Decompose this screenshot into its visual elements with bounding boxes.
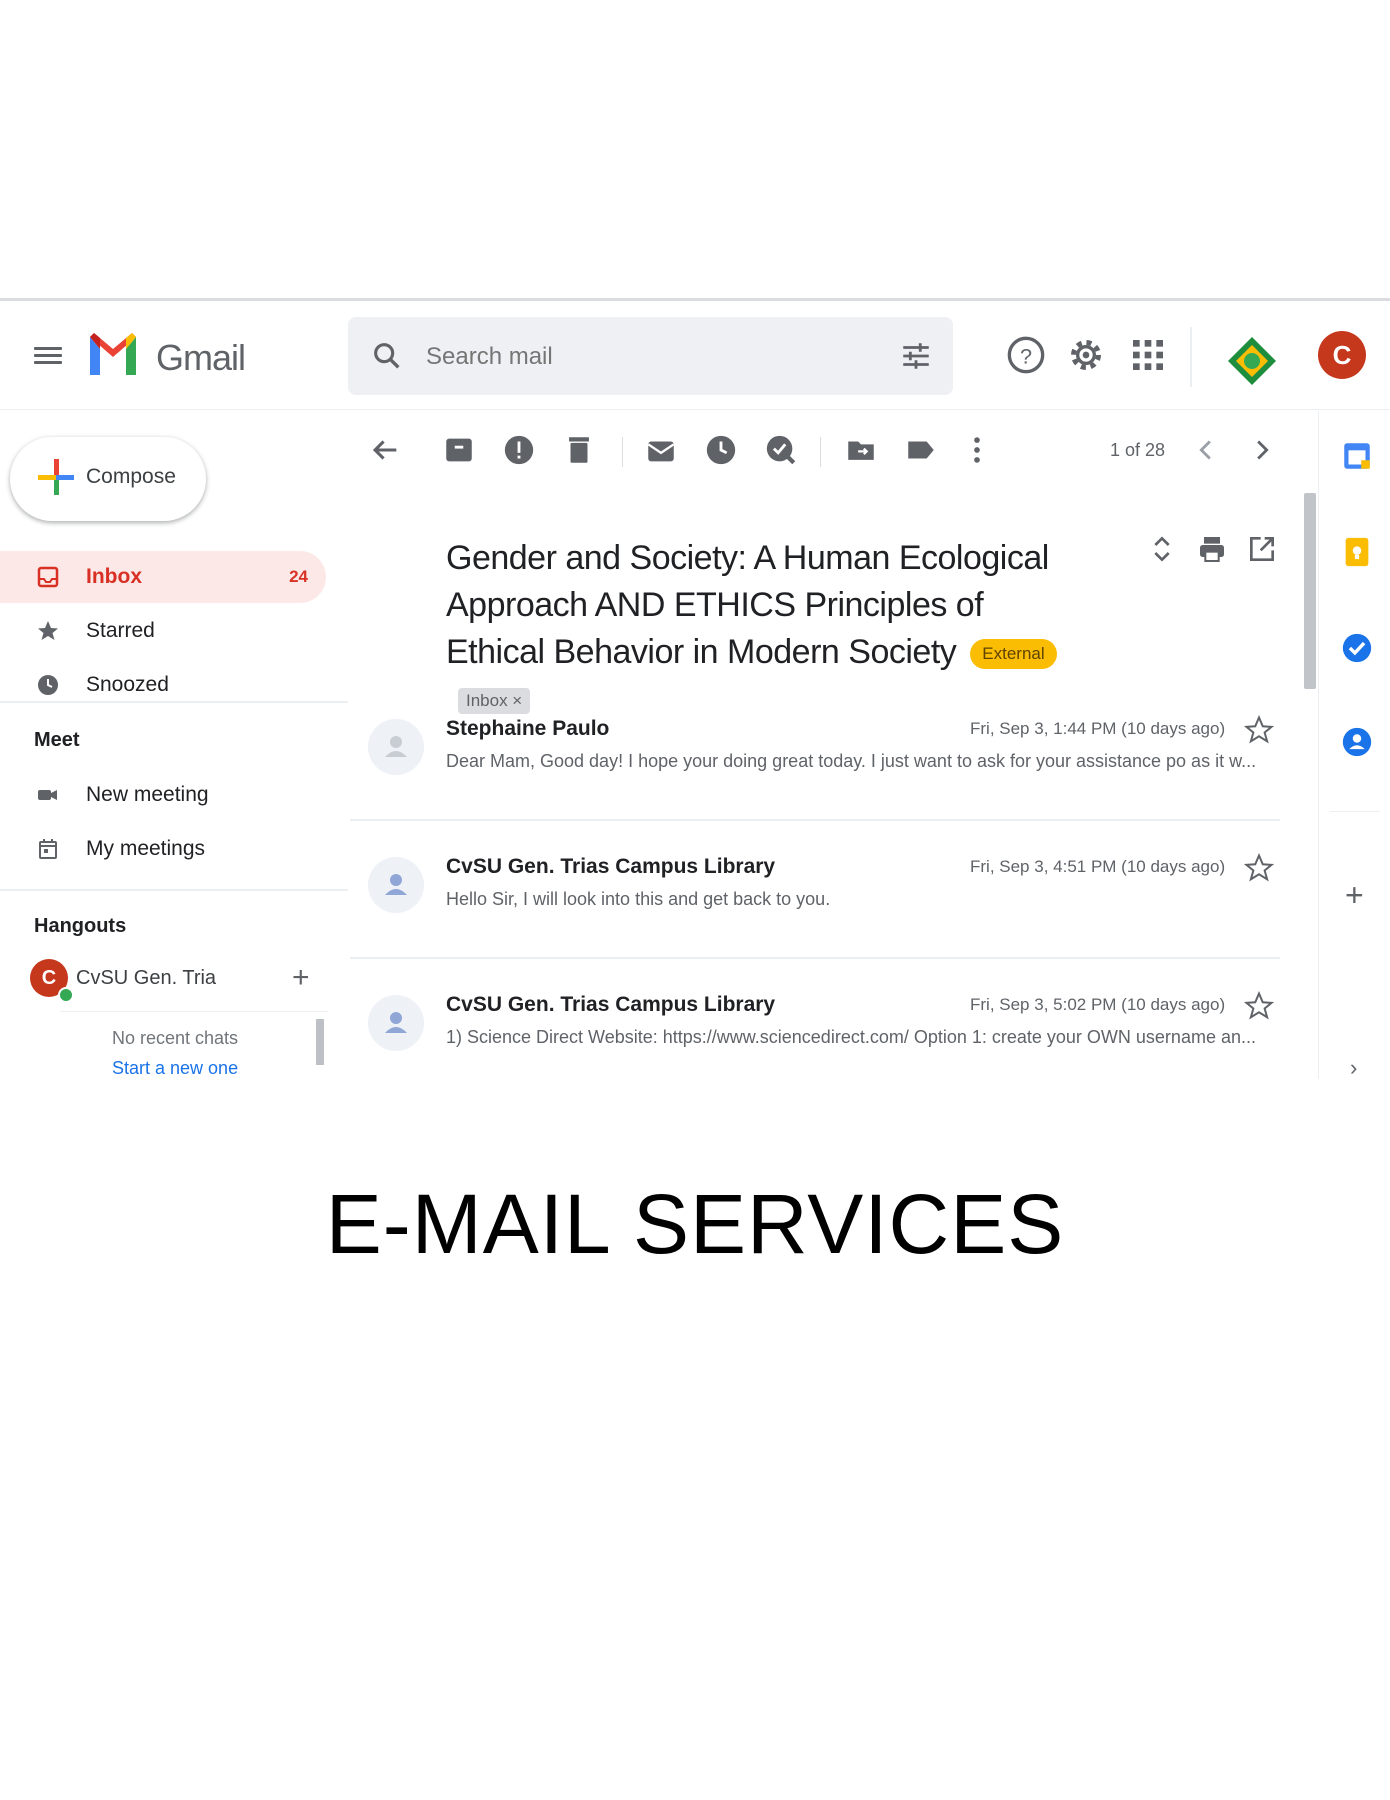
sender-avatar-icon [368, 719, 424, 775]
move-to-folder-icon[interactable] [844, 433, 878, 467]
toolbar-divider [820, 437, 821, 467]
sidebar-item-label: Inbox [86, 565, 142, 588]
side-panel-divider [1318, 411, 1319, 1079]
sidebar-item-starred[interactable]: Starred [0, 605, 326, 657]
sidebar-divider [60, 1011, 328, 1012]
gmail-logo-icon [90, 333, 136, 375]
message-item[interactable]: Stephaine Paulo Fri, Sep 3, 1:44 PM (10 … [350, 697, 1280, 833]
thread-subject: Gender and Society: A Human Ecological A… [446, 535, 1066, 723]
compose-label: Compose [86, 465, 176, 488]
hangouts-add-icon[interactable]: + [292, 961, 310, 995]
message-snippet: Hello Sir, I will look into this and get… [446, 889, 831, 909]
more-options-icon[interactable] [960, 433, 994, 467]
header-divider-line [0, 409, 1390, 410]
message-sender: CvSU Gen. Trias Campus Library [446, 993, 776, 1016]
star-outline-icon[interactable] [1244, 853, 1274, 883]
sidebar-item-new-meeting[interactable]: New meeting [0, 769, 326, 821]
sidebar-divider [0, 889, 348, 891]
message-date: Fri, Sep 3, 4:51 PM (10 days ago) [970, 857, 1226, 876]
brand-name: Gmail [156, 337, 246, 378]
open-in-new-window-icon[interactable] [1246, 533, 1278, 565]
settings-gear-icon[interactable] [1066, 335, 1106, 375]
star-icon [38, 621, 58, 640]
account-avatar[interactable]: C [1318, 331, 1366, 379]
add-to-tasks-icon[interactable] [764, 433, 798, 467]
get-addons-plus-icon[interactable]: + [1345, 877, 1364, 914]
sidebar-item-label: Starred [86, 619, 155, 642]
hangouts-user-name[interactable]: CvSU Gen. Tria [76, 967, 216, 990]
message-sender: CvSU Gen. Trias Campus Library [446, 855, 776, 878]
sidebar-scrollbar[interactable] [316, 1019, 324, 1065]
back-arrow-icon[interactable] [368, 433, 402, 467]
sender-avatar-icon [368, 995, 424, 1051]
calendar-addon-icon[interactable] [1340, 439, 1374, 473]
search-bar[interactable] [348, 317, 953, 395]
search-input[interactable] [424, 337, 848, 377]
sidebar-item-label: New meeting [86, 783, 209, 806]
side-panel-divider-line [1330, 811, 1380, 812]
label-tag-icon[interactable] [904, 433, 938, 467]
older-chevron-right-icon[interactable] [1244, 433, 1278, 467]
sidebar-item-label: Snoozed [86, 673, 169, 696]
svg-text:?: ? [1020, 343, 1032, 368]
sidebar-item-label: My meetings [86, 837, 206, 860]
star-outline-icon[interactable] [1244, 991, 1274, 1021]
help-icon[interactable]: ? [1006, 335, 1046, 375]
archive-icon[interactable] [442, 433, 476, 467]
no-recent-chats-text: No recent chats [112, 1028, 239, 1048]
delete-trash-icon[interactable] [562, 433, 596, 467]
message-snippet: 1) Science Direct Website: https://www.s… [446, 1027, 1256, 1047]
tasks-addon-icon[interactable] [1340, 631, 1374, 665]
message-item[interactable]: CvSU Gen. Trias Campus Library Fri, Sep … [350, 973, 1280, 1079]
message-date: Fri, Sep 3, 5:02 PM (10 days ago) [970, 995, 1226, 1014]
search-options-icon[interactable] [899, 339, 933, 373]
hangouts-section-title: Hangouts [34, 915, 127, 937]
message-date: Fri, Sep 3, 1:44 PM (10 days ago) [970, 719, 1226, 738]
header-divider [1190, 327, 1192, 387]
message-snippet: Dear Mam, Good day! I hope your doing gr… [446, 751, 1257, 771]
compose-button[interactable]: Compose [10, 437, 206, 521]
sidebar-item-snoozed[interactable]: Snoozed [0, 659, 326, 711]
subject-text: Gender and Society: A Human Ecological A… [446, 539, 1049, 671]
message-sender: Stephaine Paulo [446, 717, 610, 740]
mark-unread-icon[interactable] [644, 433, 678, 467]
external-label-chip: External [970, 639, 1057, 670]
organization-logo-icon [1228, 337, 1276, 385]
keep-addon-icon[interactable] [1340, 535, 1374, 569]
sidebar-item-my-meetings[interactable]: My meetings [0, 823, 326, 875]
sidebar-item-inbox[interactable]: Inbox 24 [0, 551, 326, 603]
inbox-icon [37, 566, 59, 588]
report-spam-icon[interactable] [502, 433, 536, 467]
message-item[interactable]: CvSU Gen. Trias Campus Library Fri, Sep … [350, 835, 1280, 971]
page-caption: E-MAIL SERVICES [325, 1177, 1065, 1271]
print-icon[interactable] [1196, 533, 1228, 565]
online-status-indicator [58, 987, 74, 1003]
toolbar-divider [622, 437, 623, 467]
pagination-count: 1 of 28 [1110, 440, 1166, 460]
message-divider [350, 819, 1280, 821]
gmail-screenshot: Gmail ? C [0, 298, 1390, 1079]
search-icon[interactable] [370, 339, 404, 373]
newer-chevron-left-icon[interactable] [1190, 433, 1224, 467]
clock-icon [38, 675, 58, 695]
side-panel-chevron-icon[interactable]: › [1350, 1055, 1357, 1079]
meet-section-title: Meet [34, 729, 80, 751]
message-divider [350, 957, 1280, 959]
expand-all-icon[interactable] [1146, 533, 1178, 565]
sender-avatar-icon [368, 857, 424, 913]
calendar-icon [39, 839, 57, 859]
video-icon [38, 790, 57, 800]
main-menu-button[interactable] [34, 343, 62, 368]
compose-plus-icon [38, 459, 74, 495]
inbox-unread-count: 24 [289, 567, 308, 586]
start-new-chat-link[interactable]: Start a new one [112, 1058, 238, 1079]
star-outline-icon[interactable] [1244, 715, 1274, 745]
sidebar-divider [0, 701, 348, 703]
message-pane-scrollbar[interactable] [1304, 493, 1316, 689]
apps-grid-icon[interactable] [1128, 335, 1168, 375]
snooze-clock-icon[interactable] [704, 433, 738, 467]
contacts-addon-icon[interactable] [1340, 725, 1374, 759]
